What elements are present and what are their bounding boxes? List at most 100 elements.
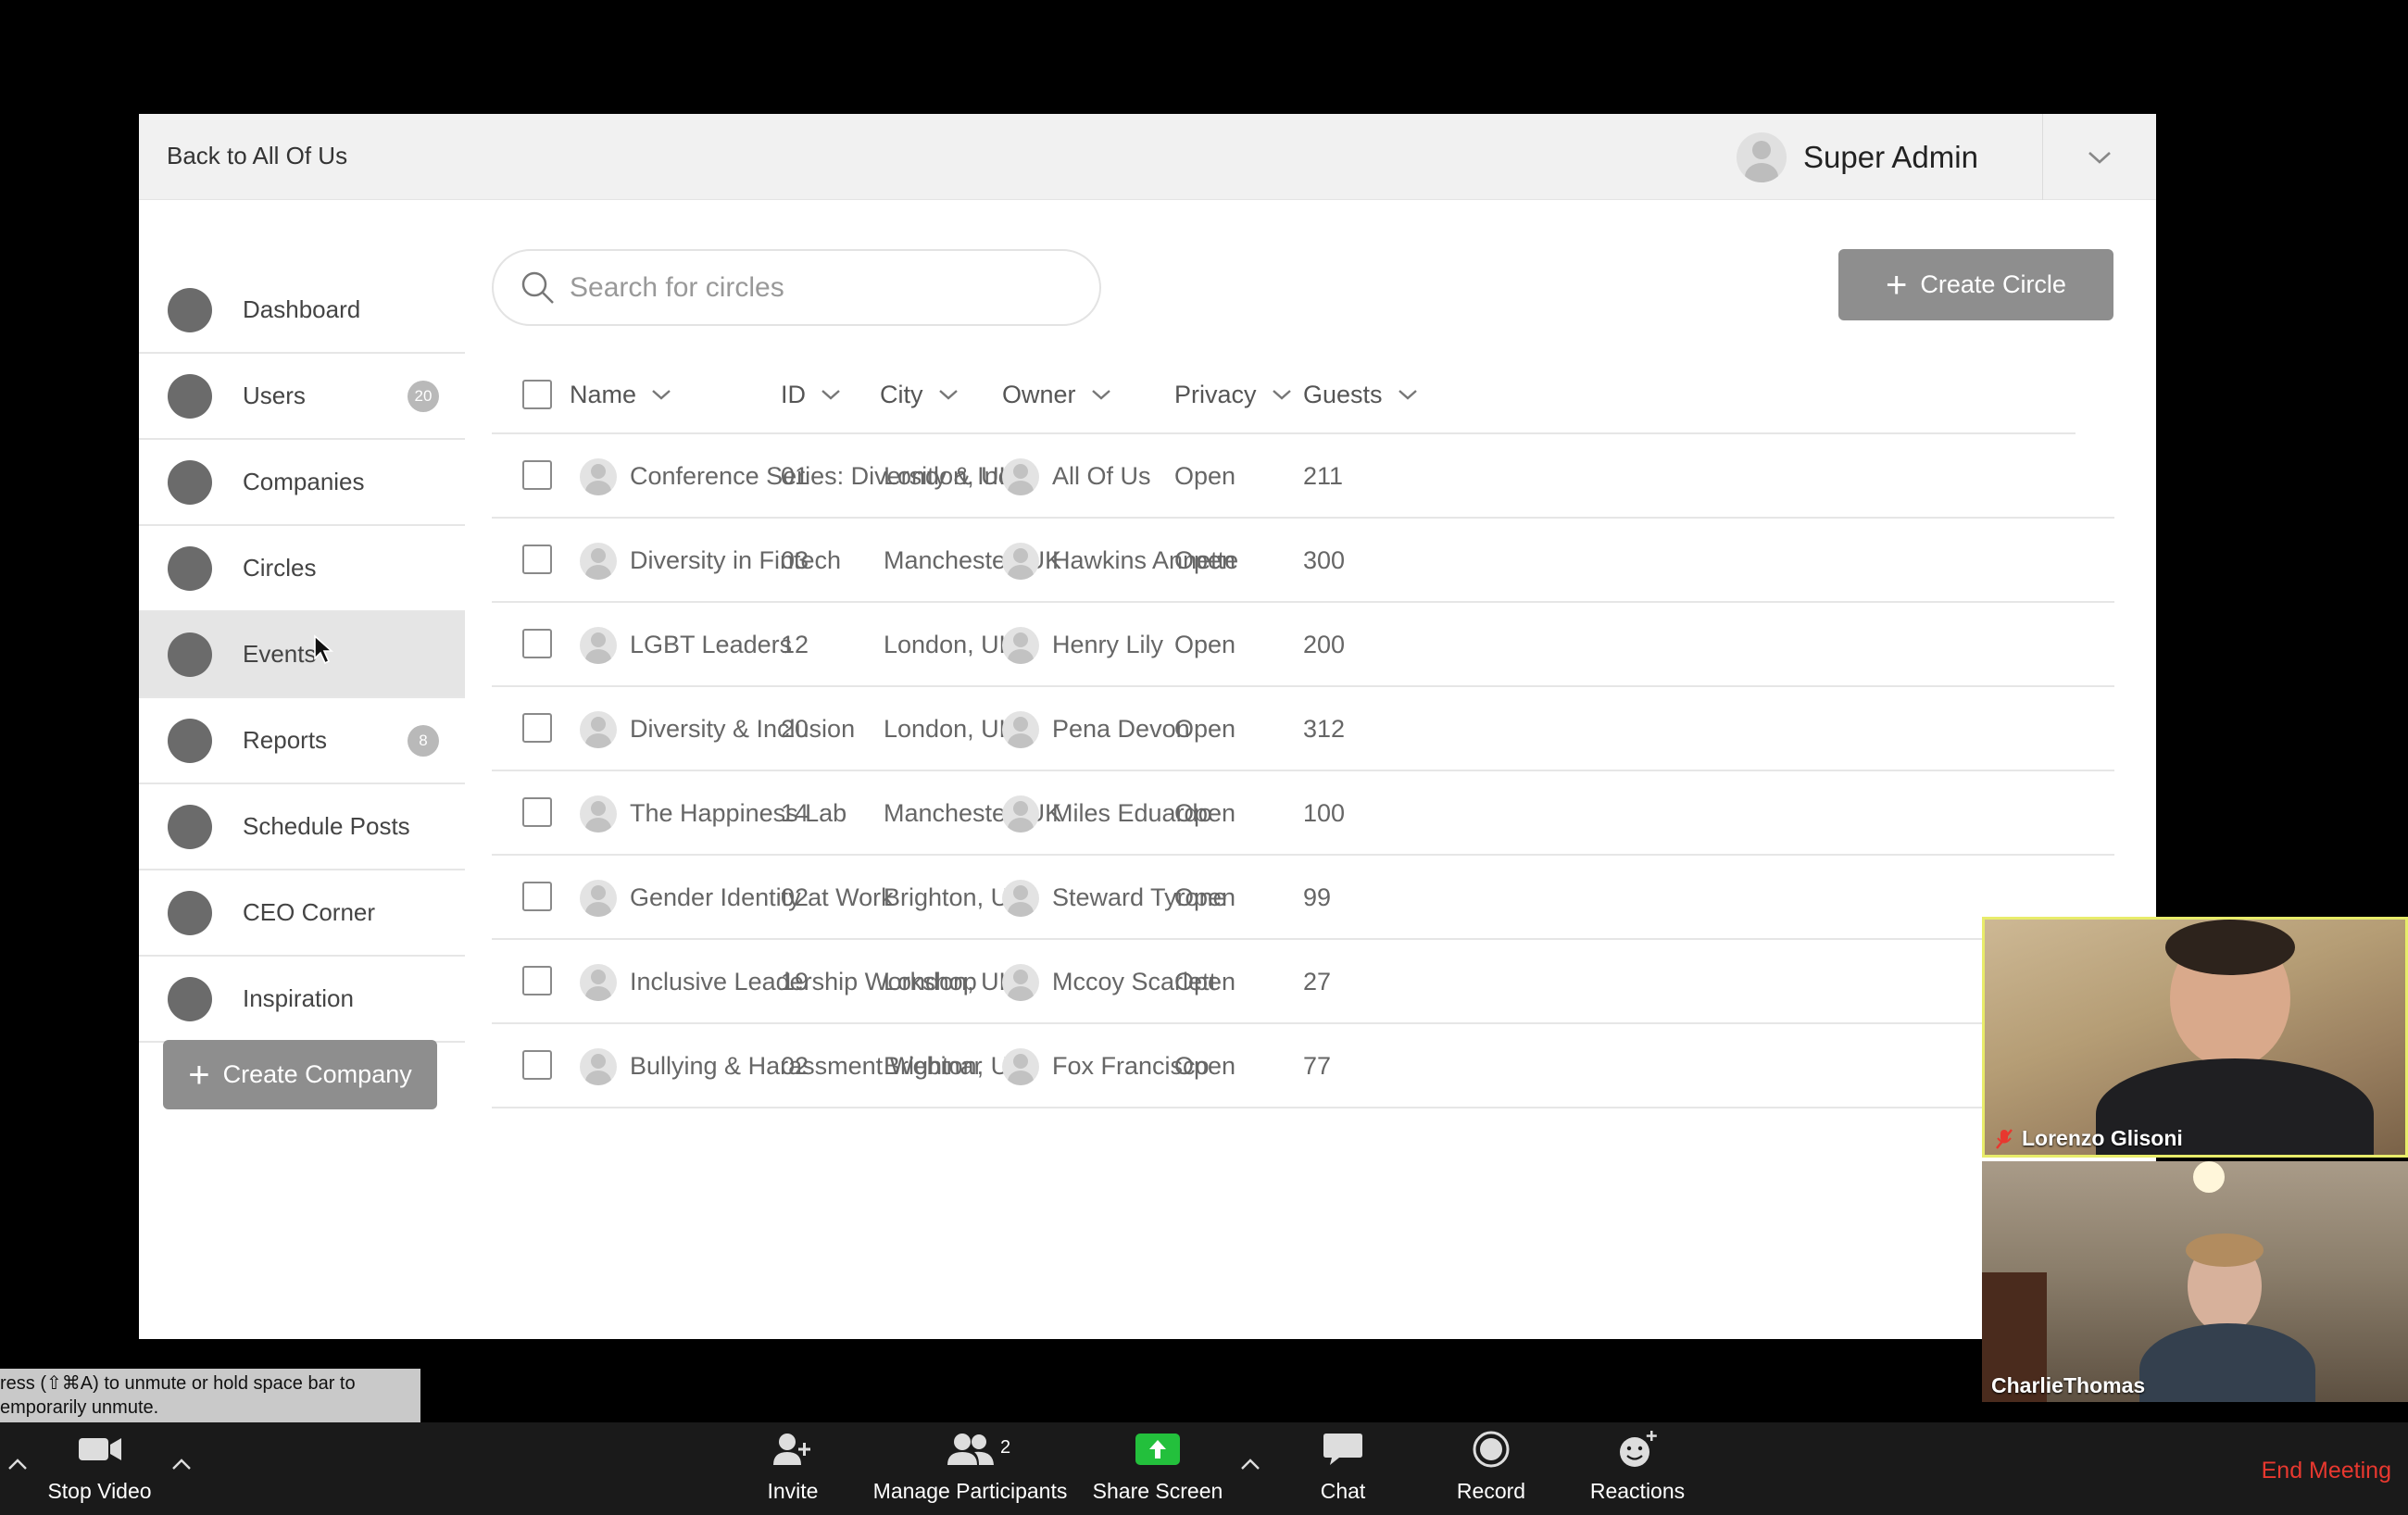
owner-avatar bbox=[1002, 542, 1039, 580]
meeting-toolbar: Stop Video Invite Manage Participants 2 … bbox=[0, 1422, 2408, 1515]
sidebar-item-label: Dashboard bbox=[243, 295, 361, 323]
row-checkbox[interactable] bbox=[522, 797, 552, 827]
name-cell: LGBT Leaders bbox=[580, 603, 792, 687]
table-row[interactable]: Gender Identity at Work 02 Brighton, UK Ste… bbox=[492, 856, 2114, 940]
id-cell: 02 bbox=[781, 883, 809, 911]
participant-name-tag: CharlieThomas bbox=[1991, 1373, 2145, 1398]
end-meeting-button[interactable]: End Meeting bbox=[2262, 1458, 2391, 1484]
search-box[interactable] bbox=[492, 249, 1101, 326]
chat-label: Chat bbox=[1320, 1479, 1366, 1503]
column-header-guests[interactable]: Guests bbox=[1303, 355, 1418, 434]
nav-circle-icon bbox=[168, 545, 212, 591]
owner-avatar bbox=[1002, 879, 1039, 917]
guests-cell: 300 bbox=[1303, 546, 1346, 574]
chevron-down-icon bbox=[1272, 390, 1291, 400]
manage-participants-button[interactable]: Manage Participants bbox=[866, 1422, 1074, 1515]
table-row[interactable]: The Happiness Lab 14 Manchester, UK Miles E… bbox=[492, 771, 2114, 856]
row-checkbox[interactable] bbox=[522, 1050, 552, 1080]
record-button[interactable]: Record bbox=[1445, 1422, 1537, 1515]
guests-cell: 99 bbox=[1303, 883, 1332, 911]
guests-cell: 100 bbox=[1303, 799, 1346, 827]
audio-options-caret-icon[interactable] bbox=[7, 1458, 28, 1471]
table-row[interactable]: Conference Series: Diversity & Inc... 01 L… bbox=[492, 434, 2114, 519]
column-header-owner[interactable]: Owner bbox=[1002, 355, 1111, 434]
name-cell: Gender Identity at Work bbox=[580, 856, 894, 940]
sidebar-item-events[interactable]: Events bbox=[139, 612, 465, 698]
create-company-button[interactable]: + Create Company bbox=[163, 1040, 437, 1109]
row-checkbox[interactable] bbox=[522, 966, 552, 995]
column-header-id[interactable]: ID bbox=[781, 355, 841, 434]
row-checkbox[interactable] bbox=[522, 545, 552, 574]
participant-video-lorenzo[interactable]: Lorenzo Glisoni bbox=[1982, 917, 2408, 1158]
sidebar-item-dashboard[interactable]: Dashboard bbox=[139, 268, 465, 354]
owner-avatar bbox=[1002, 626, 1039, 664]
stop-video-button[interactable]: Stop Video bbox=[37, 1422, 162, 1515]
search-input[interactable] bbox=[570, 271, 1051, 304]
circle-name[interactable]: LGBT Leaders bbox=[630, 631, 792, 659]
reactions-icon bbox=[1620, 1431, 1657, 1467]
screen: Back to All Of Us Super Admin Dashboard U… bbox=[0, 0, 2408, 1515]
privacy-cell: Open bbox=[1174, 1052, 1236, 1080]
sidebar-item-users[interactable]: Users 20 bbox=[139, 354, 465, 440]
column-header-label: Privacy bbox=[1174, 380, 1257, 408]
sidebar-item-reports[interactable]: Reports 8 bbox=[139, 698, 465, 784]
column-header-name[interactable]: Name bbox=[570, 355, 671, 434]
circle-name[interactable]: The Happiness Lab bbox=[630, 799, 847, 828]
row-checkbox[interactable] bbox=[522, 460, 552, 490]
table-header: Name ID City Owner Privacy Guests bbox=[492, 355, 2076, 434]
select-all-checkbox[interactable] bbox=[522, 380, 552, 409]
user-menu[interactable]: Super Admin bbox=[1737, 114, 2156, 200]
table-row[interactable]: Diversity & Inclusion 20 London, UK Pena De… bbox=[492, 687, 2114, 771]
tooltip-line-1: ress (⇧⌘A) to unmute or hold space bar t… bbox=[0, 1373, 356, 1394]
owner-avatar bbox=[1002, 1047, 1039, 1085]
participant-torso bbox=[2139, 1323, 2315, 1402]
table-row[interactable]: LGBT Leaders 12 London, UK Henry Lily Open 20… bbox=[492, 603, 2114, 687]
column-header-city[interactable]: City bbox=[880, 355, 959, 434]
owner-avatar bbox=[1002, 457, 1039, 495]
sidebar-item-label: Schedule Posts bbox=[243, 812, 410, 840]
nav-circle-icon bbox=[168, 459, 212, 505]
share-screen-button[interactable]: Share Screen bbox=[1088, 1422, 1227, 1515]
circle-name[interactable]: Gender Identity at Work bbox=[630, 883, 894, 912]
row-checkbox[interactable] bbox=[522, 882, 552, 911]
column-header-privacy[interactable]: Privacy bbox=[1174, 355, 1292, 434]
chat-button[interactable]: Chat bbox=[1297, 1422, 1389, 1515]
invite-button[interactable]: Invite bbox=[746, 1422, 839, 1515]
participant-name: CharlieThomas bbox=[1991, 1373, 2146, 1397]
back-link[interactable]: Back to All Of Us bbox=[167, 142, 347, 170]
video-options-caret-icon[interactable] bbox=[171, 1458, 192, 1471]
share-options-caret-icon[interactable] bbox=[1240, 1458, 1260, 1471]
circle-name[interactable]: Diversity in Fintech bbox=[630, 546, 841, 575]
chevron-down-icon bbox=[1091, 390, 1110, 400]
row-checkbox[interactable] bbox=[522, 713, 552, 743]
owner-avatar bbox=[1002, 963, 1039, 1001]
row-checkbox[interactable] bbox=[522, 629, 552, 658]
sidebar-item-schedule-posts[interactable]: Schedule Posts bbox=[139, 784, 465, 870]
id-cell: 19 bbox=[781, 968, 809, 995]
sidebar-item-circles[interactable]: Circles bbox=[139, 526, 465, 612]
table-row[interactable]: Inclusive Leadership Workshop 19 London, U… bbox=[492, 940, 2114, 1024]
city-cell: London, UK bbox=[884, 715, 1016, 743]
create-circle-button[interactable]: + Create Circle bbox=[1838, 249, 2113, 320]
table-row[interactable]: Bullying & Harassment Webinar 02 Brighton,… bbox=[492, 1024, 2114, 1108]
sidebar-item-ceo-corner[interactable]: CEO Corner bbox=[139, 870, 465, 957]
participant-count: 2 bbox=[1000, 1437, 1011, 1458]
sidebar-item-companies[interactable]: Companies bbox=[139, 440, 465, 526]
table-row[interactable]: Diversity in Fintech 03 Manchester, UK Hawk… bbox=[492, 519, 2114, 603]
circle-name[interactable]: Diversity & Inclusion bbox=[630, 715, 855, 744]
owner-name: Henry Lily bbox=[1052, 631, 1164, 658]
sidebar-item-inspiration[interactable]: Inspiration bbox=[139, 957, 465, 1043]
add-person-icon bbox=[773, 1434, 810, 1465]
id-cell: 03 bbox=[781, 546, 809, 574]
id-cell: 02 bbox=[781, 1052, 809, 1080]
column-header-label: ID bbox=[781, 380, 806, 408]
search-icon bbox=[521, 271, 554, 304]
guests-cell: 77 bbox=[1303, 1052, 1332, 1080]
reactions-button[interactable]: Reactions bbox=[1577, 1422, 1698, 1515]
share-screen-icon bbox=[1135, 1434, 1180, 1465]
user-menu-toggle[interactable] bbox=[2043, 150, 2156, 165]
id-cell: 01 bbox=[781, 462, 809, 490]
participant-video-charlie[interactable]: CharlieThomas bbox=[1982, 1161, 2408, 1402]
column-header-label: Owner bbox=[1002, 380, 1076, 408]
top-bar: Back to All Of Us Super Admin bbox=[139, 114, 2156, 200]
